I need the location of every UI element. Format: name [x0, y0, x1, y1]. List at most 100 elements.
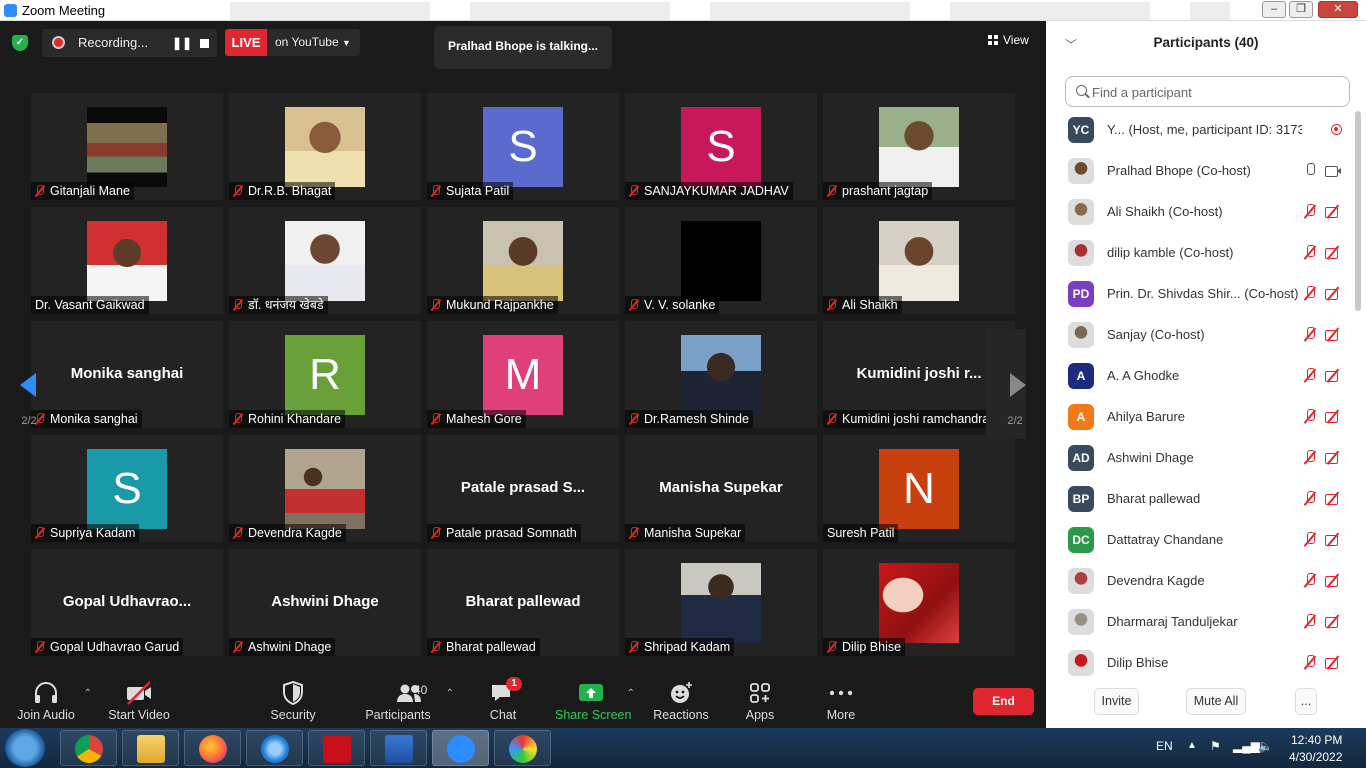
invite-button[interactable]: Invite — [1094, 688, 1139, 715]
chevron-up-icon[interactable]: ⌃ — [84, 688, 92, 699]
mic-muted-icon[interactable] — [1303, 655, 1317, 670]
share-screen-button[interactable]: ⌃ Share Screen — [555, 668, 635, 728]
participant-row[interactable]: YC Y... (Host, me, participant ID: 317387… — [1046, 109, 1356, 150]
taskbar-firefox[interactable] — [184, 730, 241, 766]
taskbar-ie[interactable] — [246, 730, 303, 766]
tray-expand-icon[interactable]: ▲ — [1187, 740, 1197, 751]
start-video-button[interactable]: Start Video — [103, 668, 175, 728]
participant-row[interactable]: Dilip Bhise — [1046, 642, 1356, 679]
apps-button[interactable]: Apps — [735, 668, 785, 728]
participant-row[interactable]: DC Dattatray Chandane — [1046, 519, 1356, 560]
security-button[interactable]: Security — [258, 668, 328, 728]
video-off-icon[interactable] — [1325, 615, 1342, 628]
participant-row[interactable]: BP Bharat pallewad — [1046, 478, 1356, 519]
mic-muted-icon[interactable] — [1303, 532, 1317, 547]
video-camera-icon[interactable] — [1325, 164, 1342, 177]
previous-page-button[interactable]: 2/2 — [0, 329, 40, 439]
video-tile[interactable]: V. V. solanke — [625, 207, 817, 314]
taskbar-acrobat[interactable] — [308, 730, 365, 766]
participant-row[interactable]: Devendra Kagde — [1046, 560, 1356, 601]
video-tile[interactable]: S Supriya Kadam — [31, 435, 223, 542]
end-meeting-button[interactable]: End — [973, 688, 1034, 715]
participant-row[interactable]: PD Prin. Dr. Shivdas Shir... (Co-host) — [1046, 273, 1356, 314]
video-tile[interactable]: Manisha Supekar Manisha Supekar — [625, 435, 817, 542]
video-tile[interactable]: S Sujata Patil — [427, 93, 619, 200]
video-off-icon[interactable] — [1325, 410, 1342, 423]
network-icon[interactable]: ▂▄▆ — [1233, 739, 1260, 753]
video-off-icon[interactable] — [1325, 369, 1342, 382]
mic-muted-icon[interactable] — [1303, 245, 1317, 260]
video-off-icon[interactable] — [1325, 656, 1342, 669]
video-tile[interactable]: Bharat pallewad Bharat pallewad — [427, 549, 619, 656]
reactions-button[interactable]: Reactions — [650, 668, 712, 728]
video-tile[interactable]: R Rohini Khandare — [229, 321, 421, 428]
participants-button[interactable]: 40 ⌃ Participants — [362, 668, 454, 728]
mic-muted-icon[interactable] — [1303, 327, 1317, 342]
participant-row[interactable]: Sanjay (Co-host) — [1046, 314, 1356, 355]
close-button[interactable]: ✕ — [1318, 1, 1358, 18]
pause-recording-button[interactable]: ❚❚ — [172, 36, 192, 50]
video-tile[interactable]: डॉ. धनंजय खेबडे — [229, 207, 421, 314]
video-tile[interactable]: Ali Shaikh — [823, 207, 1015, 314]
stop-recording-button[interactable] — [200, 39, 209, 48]
video-tile[interactable]: Ashwini Dhage Ashwini Dhage — [229, 549, 421, 656]
taskbar-zoom[interactable] — [432, 730, 489, 766]
mic-icon[interactable] — [1303, 163, 1317, 178]
video-off-icon[interactable] — [1325, 574, 1342, 587]
mic-muted-icon[interactable] — [1303, 204, 1317, 219]
video-tile[interactable]: Patale prasad S... Patale prasad Somnath — [427, 435, 619, 542]
participant-row[interactable]: dilip kamble (Co-host) — [1046, 232, 1356, 273]
chevron-up-icon[interactable]: ⌃ — [446, 688, 454, 699]
taskbar-word[interactable] — [370, 730, 427, 766]
video-off-icon[interactable] — [1325, 287, 1342, 300]
video-tile[interactable]: Dr. Vasant Gaikwad — [31, 207, 223, 314]
volume-muted-icon[interactable]: 🔈 — [1258, 739, 1273, 753]
mic-muted-icon[interactable] — [1303, 614, 1317, 629]
language-indicator[interactable]: EN — [1156, 739, 1173, 753]
video-off-icon[interactable] — [1325, 533, 1342, 546]
chat-button[interactable]: 1 Chat — [475, 668, 531, 728]
panel-more-button[interactable]: ... — [1295, 688, 1317, 715]
participant-row[interactable]: Pralhad Bhope (Co-host) — [1046, 150, 1356, 191]
view-button[interactable]: View — [988, 33, 1029, 47]
participant-row[interactable]: Ali Shaikh (Co-host) — [1046, 191, 1356, 232]
participant-search[interactable] — [1065, 76, 1350, 107]
video-tile[interactable]: Dr.Ramesh Shinde — [625, 321, 817, 428]
video-tile[interactable]: Devendra Kagde — [229, 435, 421, 542]
taskbar-chrome[interactable] — [60, 730, 117, 766]
video-tile[interactable]: Shripad Kadam — [625, 549, 817, 656]
participants-scrollbar[interactable] — [1355, 111, 1361, 311]
mic-muted-icon[interactable] — [1303, 573, 1317, 588]
chevron-up-icon[interactable]: ⌃ — [627, 688, 635, 699]
video-tile[interactable]: M Mahesh Gore — [427, 321, 619, 428]
video-tile[interactable]: Mukund Rajpankhe — [427, 207, 619, 314]
live-stream-dropdown[interactable]: on YouTube ▼ — [267, 29, 360, 56]
video-tile[interactable]: Gitanjali Mane — [31, 93, 223, 200]
video-off-icon[interactable] — [1325, 205, 1342, 218]
video-off-icon[interactable] — [1325, 492, 1342, 505]
mic-muted-icon[interactable] — [1303, 286, 1317, 301]
video-tile[interactable]: S SANJAYKUMAR JADHAV — [625, 93, 817, 200]
video-tile[interactable]: Monika sanghai Monika sanghai — [31, 321, 223, 428]
mic-muted-icon[interactable] — [1303, 491, 1317, 506]
search-input[interactable] — [1092, 82, 1342, 102]
encryption-shield-icon[interactable]: ✓ — [12, 35, 28, 51]
mic-muted-icon[interactable] — [1303, 450, 1317, 465]
participant-row[interactable]: A A. A Ghodke — [1046, 355, 1356, 396]
more-button[interactable]: More — [816, 668, 866, 728]
taskbar-explorer[interactable] — [122, 730, 179, 766]
video-off-icon[interactable] — [1325, 246, 1342, 259]
video-tile[interactable]: Gopal Udhavrao... Gopal Udhavrao Garud — [31, 549, 223, 656]
mic-muted-icon[interactable] — [1303, 409, 1317, 424]
windows-start-icon[interactable] — [5, 729, 45, 767]
participant-row[interactable]: Dharmaraj Tanduljekar — [1046, 601, 1356, 642]
video-off-icon[interactable] — [1325, 328, 1342, 341]
clock-date[interactable]: 4/30/2022 — [1289, 750, 1342, 764]
mute-all-button[interactable]: Mute All — [1186, 688, 1246, 715]
video-tile[interactable]: prashant jagtap — [823, 93, 1015, 200]
video-off-icon[interactable] — [1325, 451, 1342, 464]
video-tile[interactable]: Dr.R.B. Bhagat — [229, 93, 421, 200]
video-tile[interactable]: Dilip Bhise — [823, 549, 1015, 656]
action-center-flag-icon[interactable]: ⚑ — [1210, 739, 1221, 753]
taskbar-paint[interactable] — [494, 730, 551, 766]
